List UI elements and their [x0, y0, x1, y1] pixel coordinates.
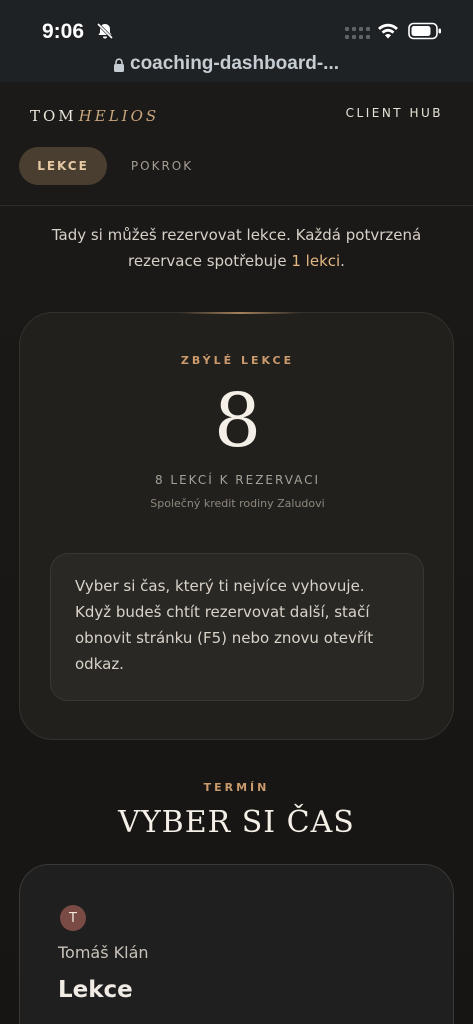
brand-logo-second: HELIOS: [78, 107, 160, 125]
coach-name: Tomáš Klán: [58, 943, 149, 962]
wifi-icon: [378, 23, 398, 39]
info-box: Vyber si čas, který ti nejvíce vyhovuje.…: [50, 553, 424, 701]
tab-lekce[interactable]: LEKCE: [19, 147, 107, 185]
tab-pokrok[interactable]: POKROK: [112, 147, 212, 185]
avatar: T: [60, 905, 86, 931]
status-time: 9:06: [42, 20, 85, 43]
browser-url[interactable]: coaching-dashboard-...: [130, 53, 339, 75]
cellular-signal-icon: [345, 27, 370, 39]
term-heading: VYBER SI ČAS: [118, 805, 355, 840]
bell-muted-icon: [96, 22, 114, 40]
lock-icon: [114, 58, 124, 72]
brand-logo[interactable]: TOM HELIOS: [30, 106, 159, 125]
card-glow: [180, 312, 300, 314]
intro-text-end: .: [340, 252, 345, 270]
header-divider: [0, 205, 473, 206]
credits-note: Společný kredit rodiny Zaludovi: [150, 497, 325, 510]
lesson-title: Lekce: [58, 977, 133, 1003]
intro-highlight: 1 lekci: [291, 252, 341, 270]
credits-label: ZBÝLÉ LEKCE: [180, 354, 295, 367]
credits-count: 8: [213, 378, 262, 464]
intro-text: Tady si můžeš rezervovat lekce. Každá po…: [30, 222, 443, 274]
credits-summary: 8 LEKCÍ K REZERVACI: [154, 473, 321, 487]
intro-text-main: Tady si můžeš rezervovat lekce. Každá po…: [51, 226, 422, 270]
term-label: TERMÍN: [203, 781, 270, 794]
client-hub-label: CLIENT HUB: [345, 106, 443, 120]
battery-icon: [408, 22, 441, 40]
slot-card[interactable]: T Tomáš Klán Lekce: [19, 864, 454, 1024]
brand-logo-first: TOM: [30, 107, 77, 125]
credits-card: ZBÝLÉ LEKCE 8 8 LEKCÍ K REZERVACI Společ…: [19, 312, 454, 740]
